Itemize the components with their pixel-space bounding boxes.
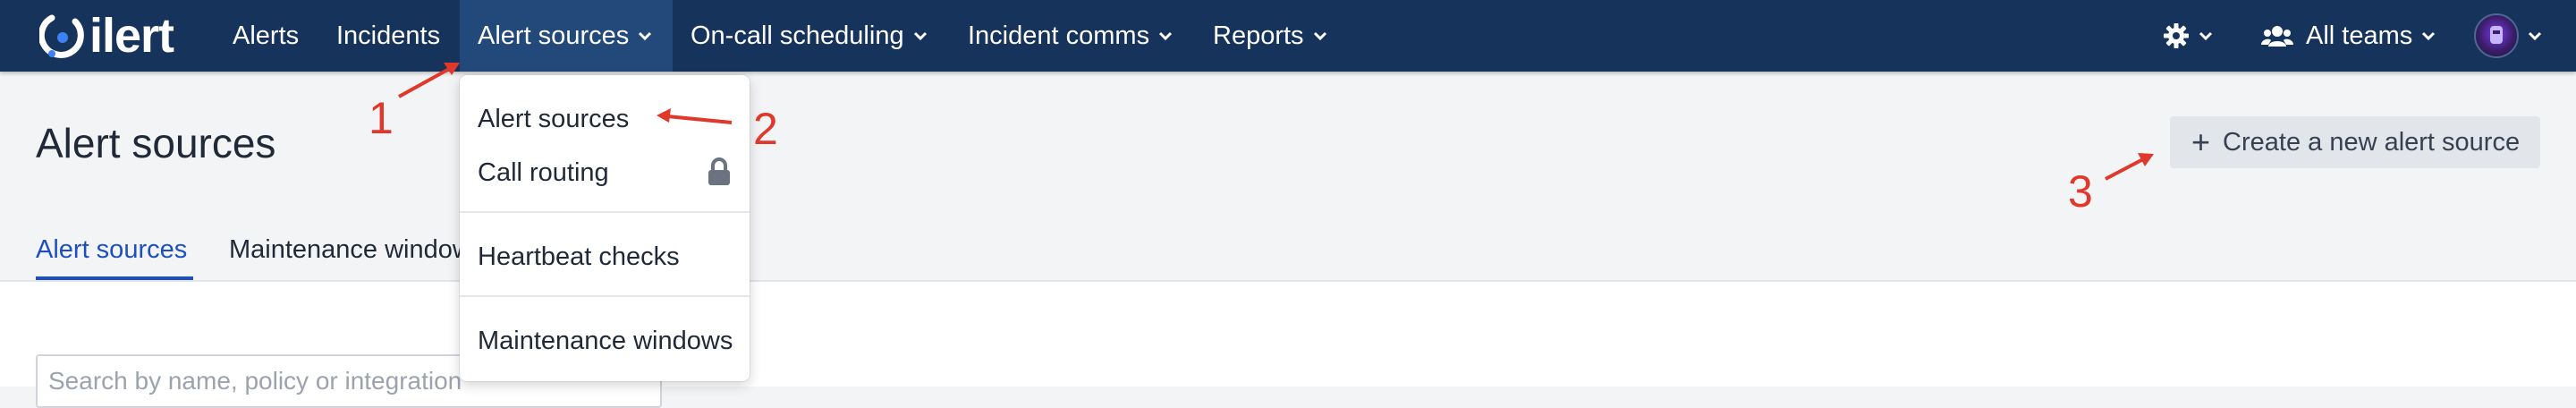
avatar bbox=[2474, 13, 2519, 58]
annotation-label-1: 1 bbox=[369, 93, 394, 143]
dropdown-item-heartbeat-checks[interactable]: Heartbeat checks bbox=[478, 242, 680, 272]
user-menu[interactable] bbox=[2474, 0, 2542, 72]
chevron-down-icon bbox=[1313, 31, 1326, 41]
nav-on-call-scheduling-label: On-call scheduling bbox=[691, 21, 904, 50]
settings-menu[interactable] bbox=[2163, 0, 2213, 72]
teams-menu[interactable]: All teams bbox=[2261, 0, 2436, 72]
dropdown-item-heartbeat-checks-label: Heartbeat checks bbox=[478, 242, 680, 271]
ilert-logo-icon bbox=[39, 14, 84, 58]
nav-incidents-label: Incidents bbox=[336, 21, 441, 50]
gear-icon bbox=[2164, 23, 2189, 48]
annotation-label-2: 2 bbox=[753, 104, 778, 154]
alert-sources-dropdown-menu: Alert sources Call routing Heartbeat che… bbox=[460, 75, 750, 381]
tab-maintenance-windows-label: Maintenance windows bbox=[229, 235, 485, 264]
ilert-logo[interactable]: ilert bbox=[39, 9, 174, 63]
nav-incidents[interactable]: Incidents bbox=[336, 0, 440, 72]
chevron-down-icon bbox=[913, 31, 927, 41]
top-navigation-bar: ilert Alerts Incidents Alert sources On-… bbox=[0, 0, 2576, 72]
annotation-arrow-3 bbox=[2105, 157, 2144, 181]
page-title: Alert sources bbox=[36, 120, 276, 166]
dropdown-item-maintenance-windows[interactable]: Maintenance windows bbox=[478, 326, 733, 356]
nav-alerts[interactable]: Alerts bbox=[233, 0, 299, 72]
teams-label: All teams bbox=[2306, 21, 2413, 50]
users-icon bbox=[2261, 26, 2293, 47]
annotation-label-3: 3 bbox=[2068, 166, 2093, 217]
annotation-arrow-1 bbox=[398, 66, 452, 98]
tab-alert-sources-label: Alert sources bbox=[36, 235, 188, 264]
annotation-arrowhead-3 bbox=[2138, 153, 2154, 166]
dropdown-item-maintenance-windows-label: Maintenance windows bbox=[478, 327, 733, 355]
plus-icon: + bbox=[2191, 123, 2211, 160]
nav-alert-sources[interactable]: Alert sources bbox=[460, 0, 673, 72]
chevron-down-icon bbox=[2199, 31, 2213, 41]
dropdown-item-alert-sources-label: Alert sources bbox=[478, 105, 630, 133]
dropdown-item-call-routing-label: Call routing bbox=[478, 158, 609, 187]
lock-icon bbox=[708, 157, 730, 185]
logo-text: ilert bbox=[89, 9, 174, 63]
avatar-figure-icon bbox=[2490, 26, 2503, 44]
chevron-down-icon bbox=[2528, 31, 2542, 41]
nav-alert-sources-label: Alert sources bbox=[478, 21, 630, 50]
chevron-down-icon bbox=[1159, 31, 1173, 41]
dropdown-item-alert-sources[interactable]: Alert sources bbox=[478, 104, 629, 134]
chevron-down-icon bbox=[2422, 31, 2436, 41]
nav-reports[interactable]: Reports bbox=[1213, 0, 1327, 72]
tab-maintenance-windows[interactable]: Maintenance windows bbox=[229, 234, 484, 265]
create-alert-source-button[interactable]: + Create a new alert source bbox=[2170, 116, 2540, 168]
create-alert-source-label: Create a new alert source bbox=[2223, 127, 2521, 157]
dropdown-item-call-routing[interactable]: Call routing bbox=[478, 157, 609, 188]
nav-incident-comms[interactable]: Incident comms bbox=[968, 0, 1173, 72]
dropdown-divider bbox=[460, 211, 750, 213]
nav-on-call-scheduling[interactable]: On-call scheduling bbox=[691, 0, 928, 72]
nav-alerts-label: Alerts bbox=[233, 21, 300, 50]
tab-alert-sources[interactable]: Alert sources bbox=[36, 234, 187, 265]
dropdown-divider bbox=[460, 295, 750, 297]
nav-incident-comms-label: Incident comms bbox=[968, 21, 1150, 50]
chevron-down-icon bbox=[639, 31, 652, 41]
nav-reports-label: Reports bbox=[1213, 21, 1304, 50]
